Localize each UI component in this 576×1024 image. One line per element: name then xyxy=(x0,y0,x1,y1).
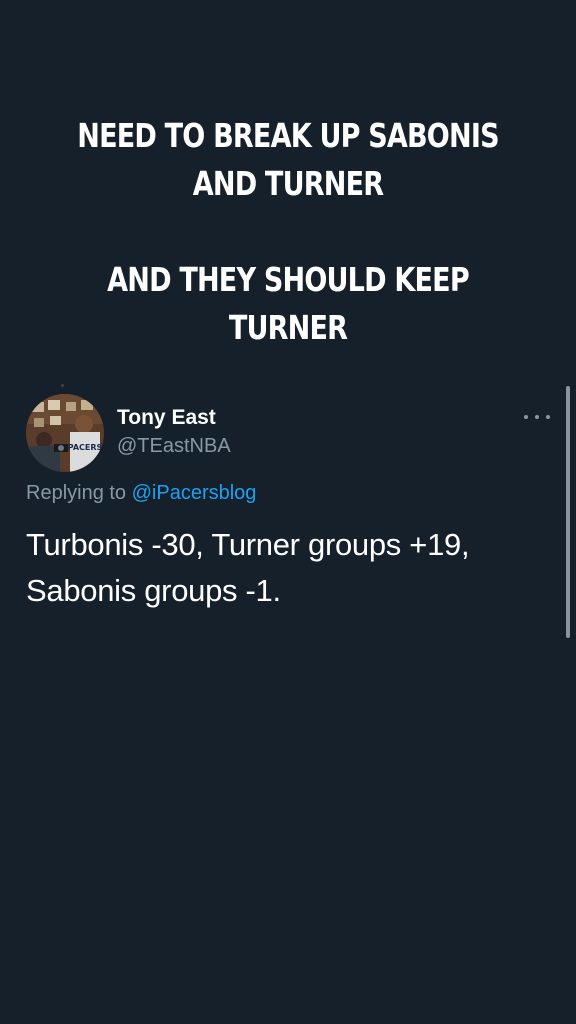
more-dot xyxy=(524,415,528,419)
more-options-icon[interactable] xyxy=(524,410,550,424)
avatar-photo-icon: PACERS xyxy=(26,394,104,472)
replying-to-mention-link[interactable]: @iPacersblog xyxy=(132,482,257,504)
more-dot xyxy=(535,415,539,419)
vertical-scrollbar[interactable] xyxy=(566,386,570,638)
headline-line-4: TURNER xyxy=(228,308,348,347)
more-dot xyxy=(546,415,550,419)
tweet-text-line-1: Turbonis -30, Turner groups +19, xyxy=(26,527,470,562)
replying-prefix: Replying to xyxy=(26,482,127,504)
tweet-text: Turbonis -30, Turner groups +19, Sabonis… xyxy=(26,522,546,614)
headline-line-2: AND TURNER xyxy=(192,164,384,203)
replying-to-line: Replying to @iPacersblog xyxy=(26,482,256,505)
author-display-name[interactable]: Tony East xyxy=(117,406,216,430)
headline-spacer xyxy=(52,208,524,256)
headline-line-1: NEED TO BREAK UP SABONIS xyxy=(77,116,499,155)
svg-text:PACERS: PACERS xyxy=(68,443,103,452)
tweet-text-line-2: Sabonis groups -1. xyxy=(26,573,281,608)
overlay-headline: NEED TO BREAK UP SABONIS AND TURNER AND … xyxy=(52,112,524,352)
avatar[interactable]: PACERS xyxy=(26,394,104,472)
author-handle[interactable]: @TEastNBA xyxy=(117,435,231,458)
avatar-indicator-dot xyxy=(61,384,64,387)
headline-line-3: AND THEY SHOULD KEEP xyxy=(107,260,470,299)
